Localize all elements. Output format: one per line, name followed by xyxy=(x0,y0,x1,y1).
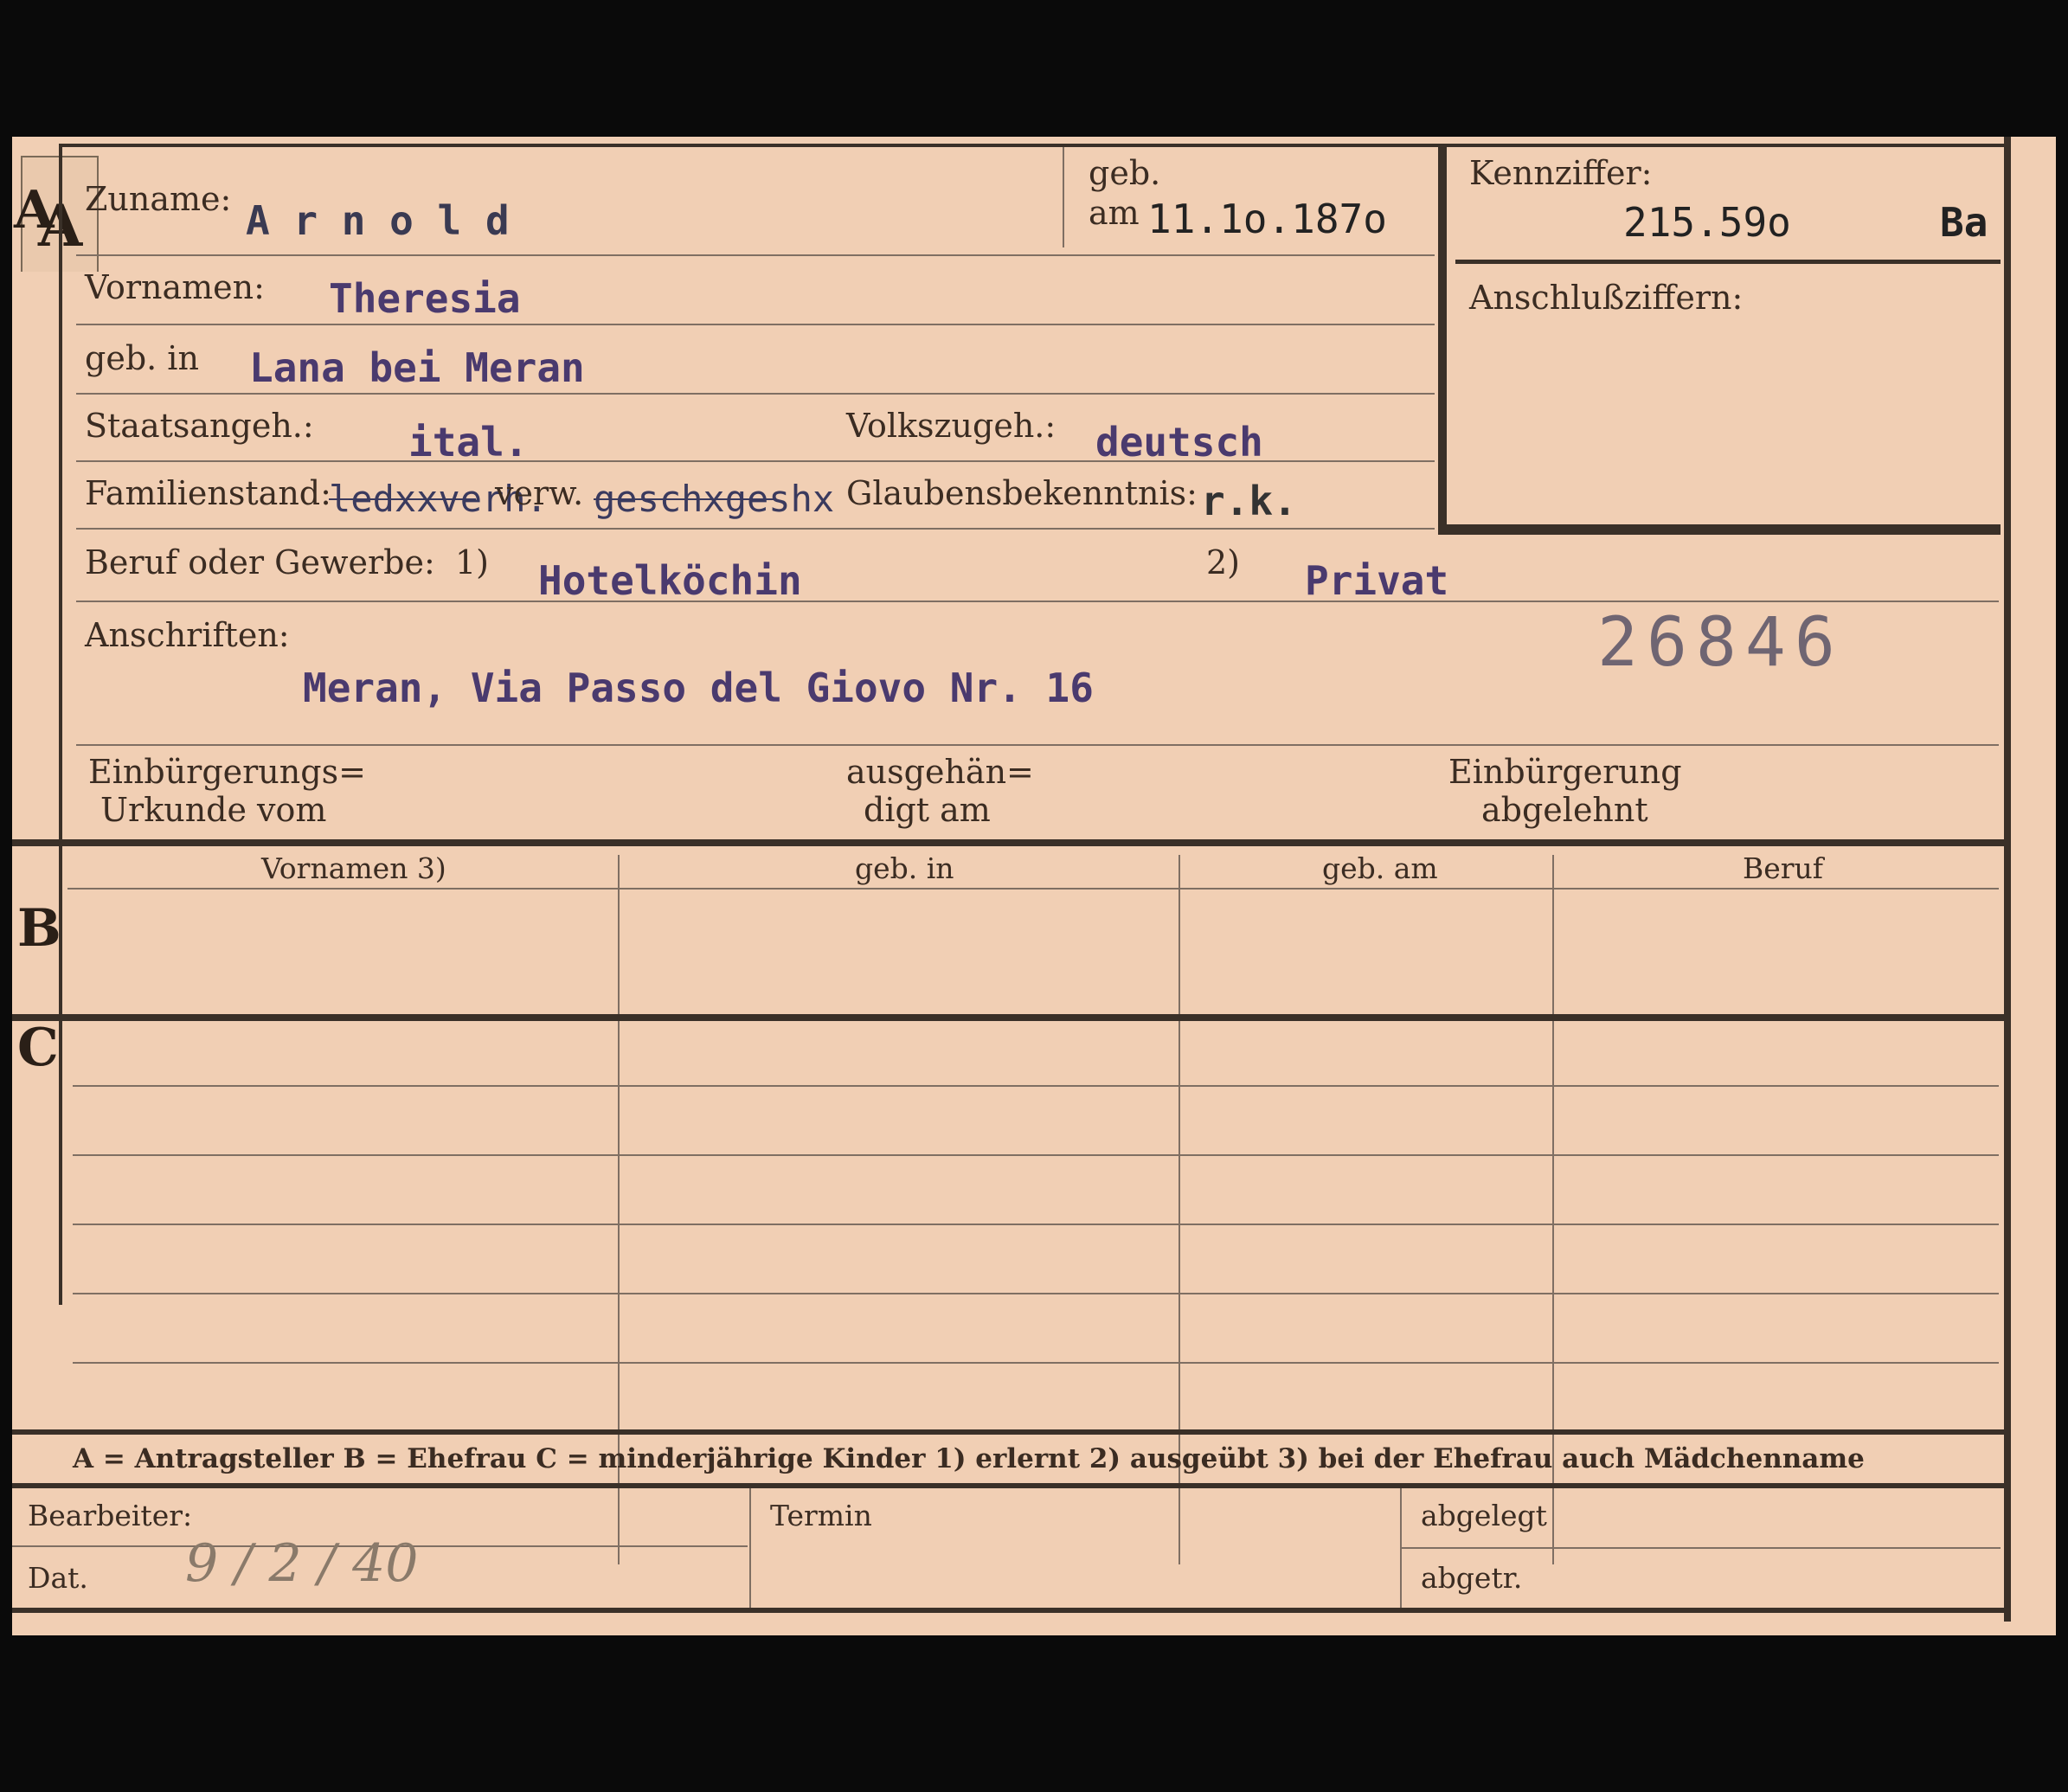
vornamen-value: Theresia xyxy=(329,275,521,322)
kennziffer-suffix: Ba xyxy=(1940,199,1988,246)
geb-in-label: geb. in xyxy=(85,339,199,377)
volkszugeh-value: deutsch xyxy=(1095,419,1263,466)
volkszugeh-label: Volkszugeh.: xyxy=(846,407,1056,445)
legend-bottom-border xyxy=(12,1483,2011,1488)
row-line-1 xyxy=(76,254,1435,256)
ausgehaen-label-2: digt am xyxy=(864,791,991,829)
table-b-header-beruf: Beruf xyxy=(1743,851,1824,885)
dat-value: 9 / 2 / 40 xyxy=(185,1533,419,1594)
staatsangeh-value: ital. xyxy=(408,419,529,466)
kennziffer-box-left xyxy=(1438,144,1447,535)
geb-divider xyxy=(1063,147,1064,247)
beruf-note-2: 2) xyxy=(1206,543,1241,581)
section-c-top-border xyxy=(12,1014,2011,1021)
verw-label: verw. xyxy=(495,474,584,512)
glaubens-label: Glaubensbekenntnis: xyxy=(846,474,1198,512)
table-c-row-line-3 xyxy=(73,1224,1999,1225)
table-c-row-line-5 xyxy=(73,1362,1999,1364)
table-b-header-line xyxy=(67,888,1999,890)
left-margin-line xyxy=(59,147,62,1305)
beruf-label: Beruf oder Gewerbe: xyxy=(85,543,435,581)
section-c-letter: C xyxy=(17,1018,59,1078)
glaubens-value: r.k. xyxy=(1201,478,1297,524)
geb-label: geb. xyxy=(1089,154,1161,192)
table-b-header-vornamen: Vornamen 3) xyxy=(261,851,446,885)
abgelehnt-label-2: abgelehnt xyxy=(1481,791,1648,829)
anschrift-value: Meran, Via Passo del Giovo Nr. 16 xyxy=(303,665,1094,711)
zuname-value: A r n o l d xyxy=(246,197,510,244)
familienstand-label: Familienstand: xyxy=(85,474,331,512)
legend-top-border xyxy=(12,1429,2011,1435)
table-b-header-geb-am: geb. am xyxy=(1322,851,1438,885)
row-line-7 xyxy=(76,744,1999,746)
geb-in-value: Lana bei Meran xyxy=(249,344,585,391)
geb-am-value: 11.1o.187o xyxy=(1147,196,1387,242)
kennziffer-box-bottom xyxy=(1438,524,2001,535)
beruf-value-1: Hotelköchin xyxy=(538,557,802,604)
footer-divider-1 xyxy=(749,1488,751,1609)
anschluss-label: Anschlußziffern: xyxy=(1469,279,1744,317)
beruf-value-2: Privat xyxy=(1305,557,1449,604)
am-label: am xyxy=(1089,194,1140,232)
card-bottom-border xyxy=(12,1608,2011,1613)
einbuergerung-label-2: Urkunde vom xyxy=(100,791,327,829)
table-c-row-line-1 xyxy=(73,1085,1999,1087)
termin-label: Termin xyxy=(770,1499,872,1532)
legend-text: A = Antragsteller B = Ehefrau C = minder… xyxy=(73,1443,1865,1474)
stamp-number: 26846 xyxy=(1597,604,1844,682)
footer-line-right xyxy=(1402,1547,2001,1549)
row-line-5 xyxy=(76,528,1435,530)
anschriften-label: Anschriften: xyxy=(85,616,290,654)
bearbeiter-label: Bearbeiter: xyxy=(28,1499,193,1532)
abgelehnt-label-1: Einbürgerung xyxy=(1448,753,1682,791)
kennziffer-value: 215.59o xyxy=(1623,199,1791,246)
dat-label: Dat. xyxy=(28,1561,88,1595)
kennziffer-underline xyxy=(1455,260,2001,264)
row-line-2 xyxy=(76,324,1435,325)
row-line-4 xyxy=(76,460,1435,462)
einbuergerung-label-1: Einbürgerungs= xyxy=(88,753,366,791)
staatsangeh-label: Staatsangeh.: xyxy=(85,407,314,445)
row-line-6 xyxy=(76,601,1999,602)
index-card: A A B C Zuname: A r n o l d geb. am 11.1… xyxy=(12,137,2056,1635)
vornamen-label: Vornamen: xyxy=(85,268,265,306)
section-b-letter: B xyxy=(17,898,61,959)
ausgehaen-label-1: ausgehän= xyxy=(846,753,1034,791)
section-b-top-border xyxy=(12,839,2011,846)
section-a-letter: A xyxy=(14,180,55,241)
footer-divider-2 xyxy=(1400,1488,1402,1609)
abgetr-label: abgetr. xyxy=(1421,1561,1523,1595)
strike-mark-2 xyxy=(594,498,775,500)
top-border xyxy=(59,144,2011,147)
zuname-label: Zuname: xyxy=(85,180,232,218)
row-line-3 xyxy=(76,393,1435,395)
beruf-note-1: 1) xyxy=(455,543,490,581)
strike-mark-1 xyxy=(329,498,476,500)
table-c-row-line-4 xyxy=(73,1293,1999,1294)
table-c-row-line-2 xyxy=(73,1154,1999,1156)
table-b-header-geb-in: geb. in xyxy=(855,851,954,885)
kennziffer-label: Kennziffer: xyxy=(1469,154,1653,192)
right-border xyxy=(2004,137,2011,1622)
abgelegt-label: abgelegt xyxy=(1421,1499,1547,1532)
